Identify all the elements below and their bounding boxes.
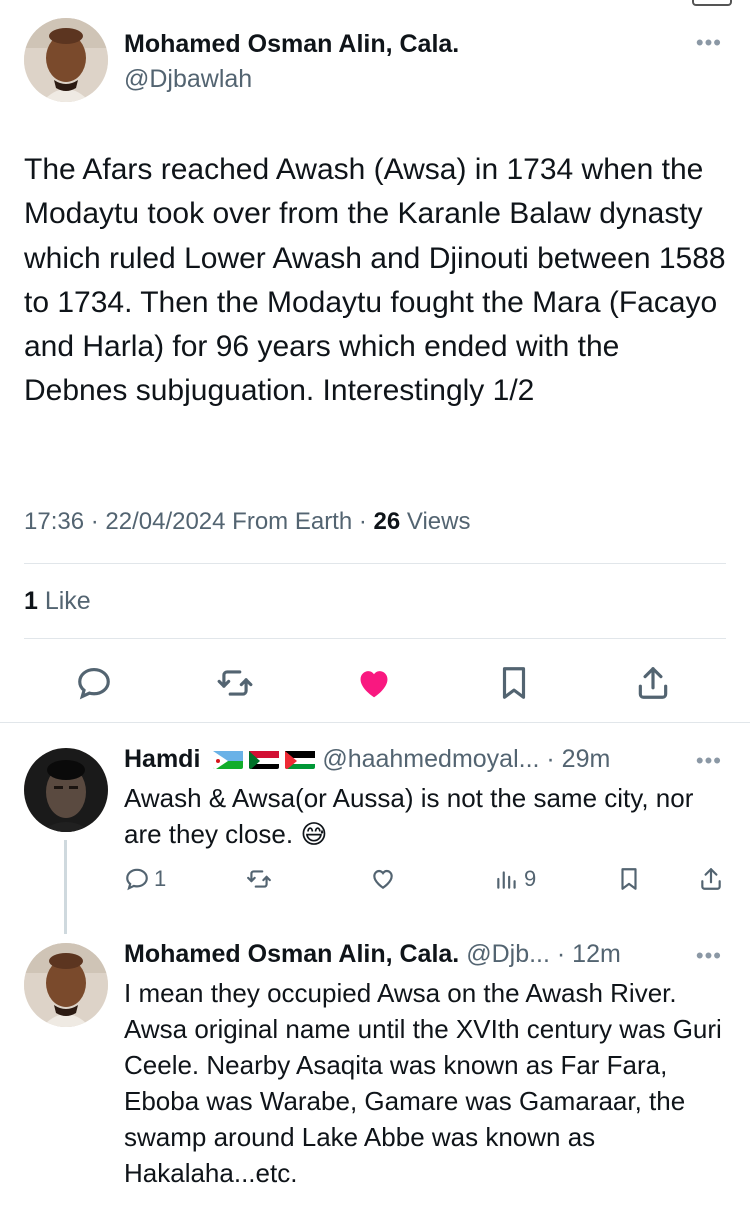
divider: [0, 722, 750, 723]
reply-text: Awash & Awsa(or Aussa) is not the same c…: [124, 780, 724, 852]
reply-header: Hamdi @haahmedmoyal... · 29m: [124, 745, 610, 774]
reply-author-name[interactable]: Hamdi: [124, 745, 200, 773]
share-button[interactable]: [633, 663, 673, 703]
djibouti-flag-icon: [213, 749, 244, 769]
more-options-icon[interactable]: •••: [696, 945, 722, 967]
likes-label: Like: [37, 587, 91, 615]
avatar[interactable]: [24, 18, 108, 102]
views-count[interactable]: 26: [374, 508, 401, 535]
views-button[interactable]: 9: [494, 866, 536, 892]
reply-meta[interactable]: @Djb... · 12m: [466, 940, 621, 968]
more-options-icon[interactable]: •••: [696, 32, 722, 54]
palestine-flag-icon: [285, 749, 316, 769]
reply-count: 1: [154, 866, 167, 891]
heart-filled-icon: [360, 671, 388, 698]
share-icon: [701, 868, 721, 890]
repost-button[interactable]: [215, 663, 255, 703]
like-button[interactable]: [370, 866, 396, 892]
like-button[interactable]: [354, 663, 394, 703]
reply-text-body: Awash & Awsa(or Aussa) is not the same c…: [124, 783, 694, 849]
divider: [24, 563, 726, 564]
more-options-icon[interactable]: •••: [696, 750, 722, 772]
avatar-photo: [24, 748, 108, 832]
reply-icon: [126, 868, 148, 891]
reply-author-name[interactable]: Mohamed Osman Alin, Cala.: [124, 940, 459, 968]
reply-button[interactable]: [74, 663, 114, 703]
reply-meta[interactable]: @haahmedmoyal... · 29m: [322, 745, 610, 773]
avatar-photo: [24, 18, 108, 102]
bookmark-button[interactable]: [616, 866, 642, 892]
author-name[interactable]: Mohamed Osman Alin, Cala.: [124, 30, 459, 59]
likes-summary[interactable]: 1 Like: [24, 587, 91, 616]
divider: [24, 638, 726, 639]
main-tweet: Mohamed Osman Alin, Cala. @Djbawlah ••• …: [0, 0, 750, 722]
repost-icon: [217, 670, 253, 696]
repost-icon: [247, 870, 271, 888]
bookmark-button[interactable]: [494, 663, 534, 703]
reply-icon: [78, 667, 110, 700]
avatar-photo: [24, 943, 108, 1027]
sudan-flag-icon: [249, 749, 280, 769]
reply-avatar[interactable]: [24, 943, 108, 1027]
sweat-smile-emoji: 😅: [300, 819, 328, 849]
likes-count: 1: [24, 587, 38, 615]
bookmark-icon: [502, 667, 526, 699]
reply-text: I mean they occupied Awsa on the Awash R…: [124, 978, 722, 1188]
timestamp-source: 17:36 · 22/04/2024 From Earth ·: [24, 508, 374, 535]
author-handle[interactable]: @Djbawlah: [124, 65, 252, 94]
share-icon: [638, 667, 668, 699]
tweet-action-bar: [0, 655, 750, 711]
tweet-text: The Afars reached Awash (Awsa) in 1734 w…: [24, 153, 726, 408]
reply-avatar[interactable]: [24, 748, 108, 832]
reply-action-bar: 1 9: [0, 866, 750, 906]
reply-header: Mohamed Osman Alin, Cala. @Djb... · 12m: [124, 940, 621, 969]
bar-chart-icon: [497, 871, 516, 889]
tweet-meta: 17:36 · 22/04/2024 From Earth · 26 Views: [24, 508, 471, 536]
views-label[interactable]: Views: [400, 508, 471, 535]
reply-button[interactable]: 1: [124, 866, 166, 892]
views-count: 9: [524, 866, 537, 891]
share-button[interactable]: [698, 866, 724, 892]
heart-icon: [373, 869, 393, 889]
repost-button[interactable]: [246, 866, 272, 892]
bookmark-icon: [621, 868, 637, 890]
